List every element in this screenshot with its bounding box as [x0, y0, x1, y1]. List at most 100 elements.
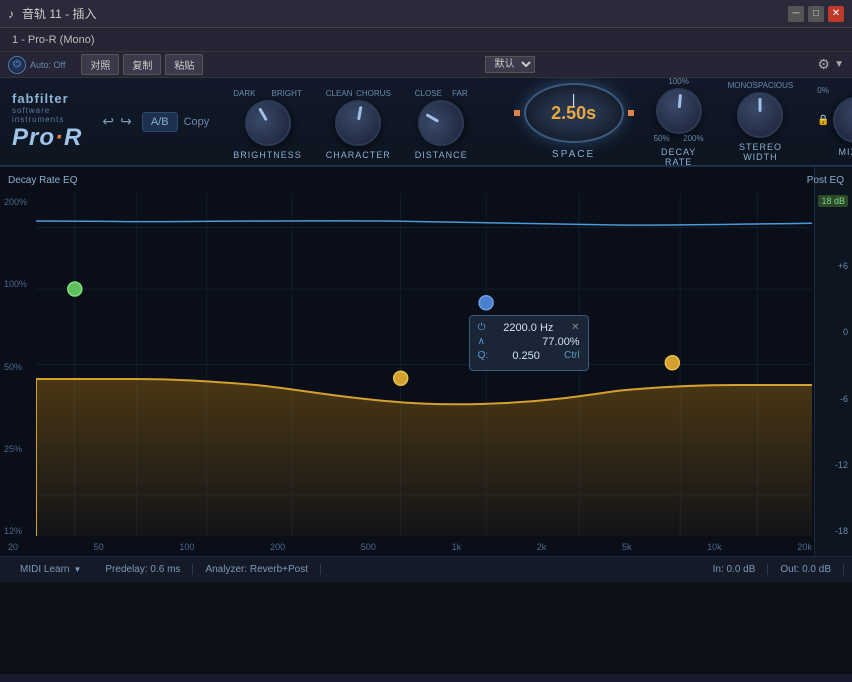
character-knob[interactable]	[332, 96, 385, 149]
tooltip-power-icon[interactable]: ⏻	[478, 322, 486, 333]
eq-area[interactable]: Decay Rate EQ Post EQ 200% 100% 50% 25% …	[0, 166, 852, 556]
pct-12: 12%	[4, 526, 27, 536]
pct-50: 50%	[4, 362, 27, 372]
logo-area: fabfilter software instruments Pro·R	[12, 91, 82, 152]
db-0: 0	[819, 327, 848, 337]
percent-labels: 200% 100% 50% 25% 12%	[4, 197, 27, 536]
freq-10k: 10k	[707, 542, 722, 552]
titlebar-buttons: ─ □ ✕	[788, 6, 844, 22]
tooltip-close-button[interactable]: ✕	[571, 322, 579, 333]
knob-section: DARK BRIGHT BRIGHTNESS CLEAN CHORUS CHAR…	[217, 83, 507, 160]
freq-labels: 20 50 100 200 500 1k 2k 5k 10k 20k	[8, 542, 812, 552]
distance-group: CLOSE FAR DISTANCE	[415, 89, 468, 160]
input-status: In: 0.0 dB	[701, 564, 769, 575]
tooltip-ctrl-hint: Ctrl	[564, 350, 580, 361]
decay-rate-knob[interactable]	[654, 86, 704, 136]
character-group: CLEAN CHORUS CHARACTER	[326, 89, 391, 160]
time-display[interactable]: 2.50s	[524, 83, 624, 143]
eq-canvas[interactable]	[36, 193, 812, 536]
space-label: SPACE	[552, 149, 595, 160]
brightness-knob[interactable]	[236, 92, 299, 155]
eq-point-mid[interactable]	[479, 296, 493, 310]
freq-20: 20	[8, 542, 18, 552]
character-max-label: CHORUS	[356, 89, 391, 98]
titlebar: ♪ 音轨 11 - 插入 ─ □ ✕	[0, 0, 852, 28]
power-button[interactable]: ⏻	[8, 56, 26, 74]
freq-20k: 20k	[797, 542, 812, 552]
stereo-mono-label: MONO	[728, 81, 753, 90]
brand-subtitle: software instruments	[12, 106, 82, 124]
brand-name: fabfilter	[12, 91, 69, 106]
freq-2k: 2k	[537, 542, 547, 552]
mix-group: 0% 100% 🔒 MIX	[817, 86, 852, 157]
menubar: 1 - Pro-R (Mono)	[0, 28, 852, 52]
settings-dropdown-icon[interactable]: ▼	[834, 59, 844, 70]
preset-select[interactable]: 默认	[485, 56, 535, 73]
pct-100: 100%	[4, 279, 27, 289]
undo-button[interactable]: ↩	[102, 113, 114, 130]
db-neg6: -6	[819, 394, 848, 404]
music-icon: ♪	[8, 7, 14, 21]
db-neg18: -18	[819, 526, 848, 536]
distance-min-label: CLOSE	[415, 89, 442, 98]
mix-min-label: 0%	[817, 86, 829, 95]
freq-1k: 1k	[452, 542, 462, 552]
eq-point-high[interactable]	[665, 356, 679, 370]
redo-button[interactable]: ↪	[120, 113, 132, 130]
character-min-label: CLEAN	[326, 89, 353, 98]
brightness-group: DARK BRIGHT BRIGHTNESS	[233, 89, 302, 160]
decay-rate-group: 100% 50% 200% DECAY RATE	[654, 78, 704, 167]
brightness-max-label: BRIGHT	[272, 89, 302, 98]
stereo-width-knob[interactable]	[737, 92, 783, 138]
freq-5k: 5k	[622, 542, 632, 552]
freq-200: 200	[270, 542, 285, 552]
statusbar: MIDI Learn ▼ Predelay: 0.6 ms Analyzer: …	[0, 556, 852, 582]
ab-controls: A/B Copy	[142, 112, 209, 132]
tooltip-q-value: 0.250	[512, 350, 540, 362]
maximize-button[interactable]: □	[808, 6, 824, 22]
ab-button[interactable]: A/B	[142, 112, 178, 132]
minimize-button[interactable]: ─	[788, 6, 804, 22]
time-value: 2.50s	[551, 103, 596, 124]
auto-label: Auto: Off	[30, 60, 65, 70]
freq-100: 100	[179, 542, 194, 552]
gold-eq-curve[interactable]	[36, 379, 812, 536]
menu-item-plugin[interactable]: 1 - Pro-R (Mono)	[4, 32, 103, 48]
db-6: +6	[819, 261, 848, 271]
eq-point-dip[interactable]	[394, 371, 408, 385]
decay-200-label: 200%	[683, 134, 703, 143]
eq-label-right: Post EQ	[807, 175, 844, 186]
nav-controls: ↩ ↪	[102, 113, 131, 130]
midi-learn-label: MIDI Learn	[20, 564, 69, 575]
pct-25: 25%	[4, 444, 27, 454]
copy-preset-button[interactable]: Copy	[184, 116, 210, 128]
copy-button[interactable]: 复制	[123, 54, 161, 75]
eq-tooltip: ⏻ 2200.0 Hz ✕ ∧ 77.00% Q: 0.250 Ctrl	[469, 315, 589, 371]
db-18-badge: 18 dB	[818, 195, 848, 207]
decay-50-label: 50%	[654, 134, 670, 143]
output-status: Out: 0.0 dB	[768, 564, 844, 575]
distance-knob[interactable]	[410, 92, 473, 155]
tooltip-percent: 77.00%	[542, 336, 579, 348]
midi-learn-button[interactable]: MIDI Learn ▼	[8, 564, 93, 575]
lock-icon[interactable]: 🔒	[817, 115, 829, 126]
eq-point-low[interactable]	[68, 282, 82, 296]
paste-button[interactable]: 粘贴	[165, 54, 203, 75]
compare-button[interactable]: 对照	[81, 54, 119, 75]
eq-label-left: Decay Rate EQ	[8, 175, 77, 186]
freq-50: 50	[94, 542, 104, 552]
close-button[interactable]: ✕	[828, 6, 844, 22]
stereo-width-group: MONO SPACIOUS STEREO WIDTH	[728, 81, 794, 162]
brightness-label: BRIGHTNESS	[233, 150, 302, 160]
predelay-status: Predelay: 0.6 ms	[93, 564, 193, 575]
toolbar: ⏻ Auto: Off 对照 复制 粘贴 默认 ⚙ ▼	[0, 52, 852, 78]
character-label: CHARACTER	[326, 150, 391, 160]
midi-dropdown-icon: ▼	[73, 565, 81, 574]
time-indicator-right	[628, 110, 634, 116]
distance-label: DISTANCE	[415, 150, 468, 160]
decay-rate-curve	[36, 221, 812, 225]
decay-rate-label: DECAY RATE	[654, 147, 704, 167]
settings-icon[interactable]: ⚙	[818, 56, 831, 73]
db-neg12: -12	[819, 460, 848, 470]
time-indicator-left	[514, 110, 520, 116]
